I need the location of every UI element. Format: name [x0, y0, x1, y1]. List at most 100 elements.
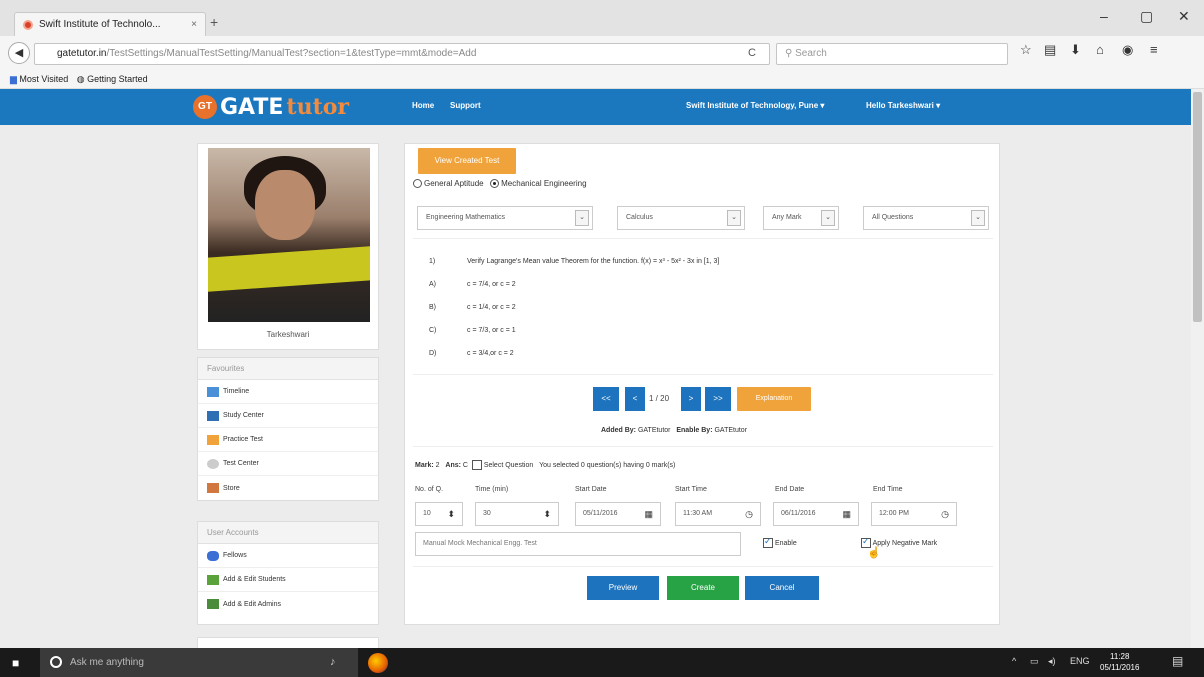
preview-button[interactable]: Preview	[587, 576, 659, 600]
no-of-q-value: 10	[423, 510, 431, 517]
reload-icon[interactable]: C	[748, 47, 756, 59]
reading-list-icon[interactable]: ▤	[1044, 42, 1056, 58]
network-icon[interactable]: ▭	[1030, 656, 1039, 667]
create-button[interactable]: Create	[667, 576, 739, 600]
add-admin-icon	[207, 599, 219, 609]
pocket-icon[interactable]: ◉	[1122, 42, 1133, 58]
last-page-button[interactable]: >>	[705, 387, 731, 411]
test-name-input[interactable]: Manual Mock Mechanical Engg. Test	[415, 532, 741, 556]
radio-mechanical-engineering[interactable]	[490, 179, 500, 189]
user-menu[interactable]: Hello Tarkeshwari ▾	[866, 101, 940, 110]
sidebar-item-practice-test[interactable]: Practice Test	[198, 428, 378, 452]
new-tab-button[interactable]: +	[210, 14, 218, 30]
page-content: GT GATE tutor Home Support Swift Institut…	[0, 89, 1191, 648]
institute-menu[interactable]: Swift Institute of Technology, Pune ▾	[686, 101, 824, 110]
nav-support[interactable]: Support	[450, 101, 481, 110]
site-header: GT GATE tutor Home Support Swift Institut…	[0, 89, 1191, 125]
next-page-button[interactable]: >	[681, 387, 701, 411]
language-indicator[interactable]: ENG	[1070, 656, 1090, 666]
section-radio-group: General Aptitude Mechanical Engineering	[413, 178, 591, 189]
browser-tab[interactable]: Swift Institute of Technolo... ×	[14, 12, 206, 36]
close-tab-icon[interactable]: ×	[191, 19, 197, 30]
windows-start-icon[interactable]: ■	[12, 656, 19, 670]
clock-icon[interactable]: ◷	[941, 503, 949, 525]
topic-select[interactable]: Calculus ⌄	[617, 206, 745, 230]
sidebar-item-label: Store	[223, 484, 240, 492]
test-name-value: Manual Mock Mechanical Engg. Test	[423, 540, 537, 547]
minimize-icon[interactable]: –	[1100, 8, 1108, 24]
bookmarks-bar: ▆ Most Visited ◍ Getting Started	[0, 70, 1204, 89]
sidebar-item-add-edit-admins[interactable]: Add & Edit Admins	[198, 592, 378, 616]
bookmark-getting-started[interactable]: Getting Started	[87, 74, 148, 84]
bookmark-folder-icon: ▆	[10, 74, 20, 84]
questions-select[interactable]: All Questions ⌄	[863, 206, 989, 230]
mark-select[interactable]: Any Mark ⌄	[763, 206, 839, 230]
ans-value: C	[462, 461, 468, 469]
taskbar-clock[interactable]: 11:28 05/11/2016	[1100, 651, 1139, 673]
start-date-input[interactable]: 05/11/2016 ▦	[575, 502, 661, 526]
start-date-value: 05/11/2016	[583, 510, 618, 517]
sidebar-item-label: Timeline	[223, 388, 250, 395]
sidebar-item-label: Add & Edit Students	[223, 576, 286, 583]
microphone-icon[interactable]: ♪	[330, 656, 336, 668]
back-button[interactable]: ◀	[8, 42, 30, 64]
firefox-icon[interactable]	[368, 653, 388, 673]
first-page-button[interactable]: <<	[593, 387, 619, 411]
clock-time: 11:28	[1110, 652, 1130, 661]
chevron-down-icon: ⌄	[971, 210, 985, 226]
star-icon[interactable]: ☆	[1020, 42, 1032, 58]
option-value: c = 7/4, or c = 2	[467, 281, 516, 288]
sidebar-item-fellows[interactable]: Fellows	[198, 544, 378, 568]
subject-select[interactable]: Engineering Mathematics ⌄	[417, 206, 593, 230]
site-logo[interactable]: GT GATE tutor	[193, 93, 349, 121]
sidebar-item-study-center[interactable]: Study Center	[198, 404, 378, 428]
search-input[interactable]: ⚲ Search	[776, 43, 1008, 65]
home-icon[interactable]: ⌂	[1096, 42, 1104, 57]
sidebar-item-store[interactable]: Store	[198, 476, 378, 500]
sidebar-item-timeline[interactable]: Timeline	[198, 380, 378, 404]
cortana-placeholder: Ask me anything	[70, 657, 144, 668]
calendar-icon[interactable]: ▦	[644, 503, 653, 525]
sidebar-item-test-center[interactable]: Test Center	[198, 452, 378, 476]
download-icon[interactable]: ⬇	[1070, 42, 1081, 58]
volume-icon[interactable]: ◂)	[1048, 656, 1056, 667]
favicon-icon	[23, 19, 33, 30]
stepper-icon[interactable]: ⬍	[447, 503, 455, 525]
nav-home[interactable]: Home	[412, 101, 434, 110]
questions-select-value: All Questions	[872, 214, 914, 221]
mark-select-value: Any Mark	[772, 214, 802, 221]
store-icon	[207, 483, 219, 493]
cancel-button[interactable]: Cancel	[745, 576, 819, 600]
scrollbar-thumb[interactable]	[1193, 92, 1202, 322]
explanation-button[interactable]: Explanation	[737, 387, 811, 411]
end-time-input[interactable]: 12:00 PM ◷	[871, 502, 957, 526]
favourites-heading: Favourites	[198, 358, 378, 380]
stepper-icon[interactable]: ⬍	[543, 503, 551, 525]
cortana-search-box[interactable]: Ask me anything	[40, 648, 358, 677]
radio-general-aptitude[interactable]	[413, 179, 422, 189]
added-by-info: Added By: GATEtutor Enable By: GATEtutor	[601, 427, 747, 434]
select-question-checkbox[interactable]	[471, 460, 482, 470]
calendar-icon[interactable]: ▦	[842, 503, 851, 525]
no-of-q-stepper[interactable]: 10 ⬍	[415, 502, 463, 526]
option-key: A)	[429, 281, 436, 288]
enable-checkbox[interactable]	[763, 536, 773, 548]
url-bar[interactable]: gatetutor.in/TestSettings/ManualTestSett…	[34, 43, 770, 65]
start-time-input[interactable]: 11:30 AM ◷	[675, 502, 761, 526]
tray-chevron-icon[interactable]: ^	[1012, 656, 1016, 666]
mark-value: 2	[435, 461, 440, 469]
radio-general-label: General Aptitude	[424, 179, 484, 189]
clock-icon[interactable]: ◷	[745, 503, 753, 525]
question-number: 1)	[429, 258, 436, 265]
close-window-icon[interactable]: ✕	[1178, 8, 1190, 25]
view-created-test-button[interactable]: View Created Test	[418, 148, 516, 174]
time-stepper[interactable]: 30 ⬍	[475, 502, 559, 526]
notifications-icon[interactable]: ▤	[1172, 654, 1183, 668]
end-time-value: 12:00 PM	[879, 510, 909, 517]
end-date-input[interactable]: 06/11/2016 ▦	[773, 502, 859, 526]
prev-page-button[interactable]: <	[625, 387, 645, 411]
sidebar-item-add-edit-students[interactable]: Add & Edit Students	[198, 568, 378, 592]
maximize-icon[interactable]: ▢	[1140, 8, 1153, 25]
menu-icon[interactable]: ≡	[1150, 42, 1158, 57]
bookmark-most-visited[interactable]: Most Visited	[19, 74, 68, 84]
